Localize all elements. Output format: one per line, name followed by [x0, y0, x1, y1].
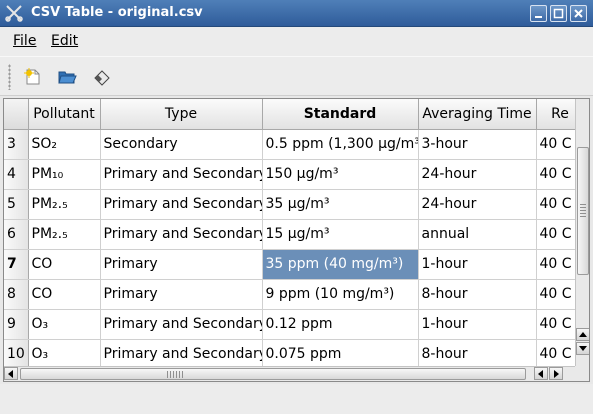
table-row: 6 PM₂.₅ Primary and Secondary 15 µg/m³ a… — [4, 219, 585, 250]
cell[interactable]: annual — [418, 219, 537, 250]
table-row: 8 CO Primary 9 ppm (10 mg/m³) 8-hour 40 … — [4, 279, 585, 310]
new-file-icon[interactable] — [23, 67, 43, 87]
cell[interactable]: 8-hour — [418, 279, 537, 310]
cell[interactable]: O₃ — [28, 309, 101, 340]
menu-edit-label: Edit — [51, 33, 79, 49]
cell[interactable]: Primary and Secondary — [100, 189, 263, 220]
toolbar — [0, 56, 593, 96]
cell[interactable]: 8-hour — [418, 339, 537, 370]
scroll-up-button[interactable] — [576, 328, 589, 341]
arrow-left-icon — [8, 370, 13, 378]
table-row: 9 O₃ Primary and Secondary 0.12 ppm 1-ho… — [4, 309, 585, 340]
table-row: 3 SO₂ Secondary 0.5 ppm (1,300 µg/m³) 3-… — [4, 129, 585, 160]
cell[interactable]: 150 µg/m³ — [262, 159, 419, 190]
menu-file[interactable]: File — [13, 33, 36, 49]
table-row: 4 PM₁₀ Primary and Secondary 150 µg/m³ 2… — [4, 159, 585, 190]
cell[interactable]: 35 µg/m³ — [262, 189, 419, 220]
column-header-type[interactable]: Type — [100, 99, 263, 130]
cell[interactable]: PM₂.₅ — [28, 219, 101, 250]
cell[interactable]: PM₁₀ — [28, 159, 101, 190]
horizontal-scrollbar[interactable] — [4, 366, 577, 381]
cell[interactable]: 24-hour — [418, 159, 537, 190]
cell[interactable]: Primary and Secondary — [100, 309, 263, 340]
title-bar: CSV Table - original.csv — [0, 0, 593, 27]
cell[interactable]: 9 ppm (10 mg/m³) — [262, 279, 419, 310]
row-header[interactable]: 6 — [4, 219, 29, 250]
column-header-pollutant[interactable]: Pollutant — [28, 99, 101, 130]
cell[interactable]: Secondary — [100, 129, 263, 160]
cell[interactable]: PM₂.₅ — [28, 189, 101, 220]
maximize-button[interactable] — [550, 5, 567, 22]
row-header[interactable]: 7 — [4, 249, 29, 280]
cell[interactable]: O₃ — [28, 339, 101, 370]
table-row: 5 PM₂.₅ Primary and Secondary 35 µg/m³ 2… — [4, 189, 585, 220]
scroll-down-button[interactable] — [576, 342, 589, 355]
column-header-standard[interactable]: Standard — [262, 99, 419, 130]
arrow-right-icon — [554, 370, 559, 378]
status-bar — [0, 384, 593, 414]
row-header[interactable]: 9 — [4, 309, 29, 340]
arrow-up-icon — [579, 332, 587, 337]
menu-file-label: File — [13, 33, 37, 49]
column-header-averaging-time[interactable]: Averaging Time — [418, 99, 537, 130]
selected-cell[interactable]: 35 ppm (40 mg/m³) — [262, 249, 419, 280]
row-header[interactable]: 4 — [4, 159, 29, 190]
row-header[interactable]: 8 — [4, 279, 29, 310]
cell[interactable]: 1-hour — [418, 249, 537, 280]
table-row: 7 CO Primary 35 ppm (40 mg/m³) 1-hour 40… — [4, 249, 585, 280]
cell[interactable]: CO — [28, 279, 101, 310]
cell[interactable]: 1-hour — [418, 309, 537, 340]
minimize-button[interactable] — [530, 5, 547, 22]
cell[interactable]: Primary and Secondary — [100, 339, 263, 370]
scroll-corner — [575, 366, 589, 381]
row-header[interactable]: 10 — [4, 339, 29, 370]
close-icon — [574, 9, 583, 18]
scroll-right-button[interactable] — [549, 367, 563, 380]
header-row: Pollutant Type Standard Averaging Time R… — [4, 99, 585, 130]
window-title: CSV Table - original.csv — [31, 5, 203, 20]
cell[interactable]: 0.075 ppm — [262, 339, 419, 370]
toolbar-grip[interactable] — [8, 64, 11, 90]
cell[interactable]: Primary — [100, 279, 263, 310]
eraser-icon[interactable] — [92, 67, 112, 87]
table-row: 10 O₃ Primary and Secondary 0.075 ppm 8-… — [4, 339, 585, 370]
open-folder-icon[interactable] — [57, 67, 77, 87]
scissors-app-icon[interactable] — [5, 4, 23, 22]
csv-table: Pollutant Type Standard Averaging Time R… — [3, 98, 590, 382]
cell[interactable]: SO₂ — [28, 129, 101, 160]
scroll-left-button[interactable] — [4, 367, 18, 380]
vertical-scroll-thumb[interactable] — [577, 147, 589, 275]
cell[interactable]: 15 µg/m³ — [262, 219, 419, 250]
row-header[interactable]: 3 — [4, 129, 29, 160]
maximize-icon — [553, 8, 564, 19]
corner-header[interactable] — [4, 99, 29, 130]
minimize-icon — [535, 16, 542, 18]
cell[interactable]: 24-hour — [418, 189, 537, 220]
cell[interactable]: Primary — [100, 249, 263, 280]
cell[interactable]: Primary and Secondary — [100, 159, 263, 190]
arrow-left-icon — [538, 370, 543, 378]
horizontal-scroll-thumb[interactable] — [20, 368, 526, 380]
vertical-scrollbar[interactable] — [575, 99, 589, 367]
cell[interactable]: 3-hour — [418, 129, 537, 160]
menu-bar: File Edit — [0, 27, 593, 56]
menu-edit[interactable]: Edit — [51, 33, 78, 49]
close-button[interactable] — [570, 5, 587, 22]
scroll-right-prev-button[interactable] — [534, 367, 548, 380]
cell[interactable]: 0.12 ppm — [262, 309, 419, 340]
arrow-down-icon — [579, 346, 587, 351]
row-header[interactable]: 5 — [4, 189, 29, 220]
cell[interactable]: CO — [28, 249, 101, 280]
cell[interactable]: Primary and Secondary — [100, 219, 263, 250]
cell[interactable]: 0.5 ppm (1,300 µg/m³) — [262, 129, 419, 160]
